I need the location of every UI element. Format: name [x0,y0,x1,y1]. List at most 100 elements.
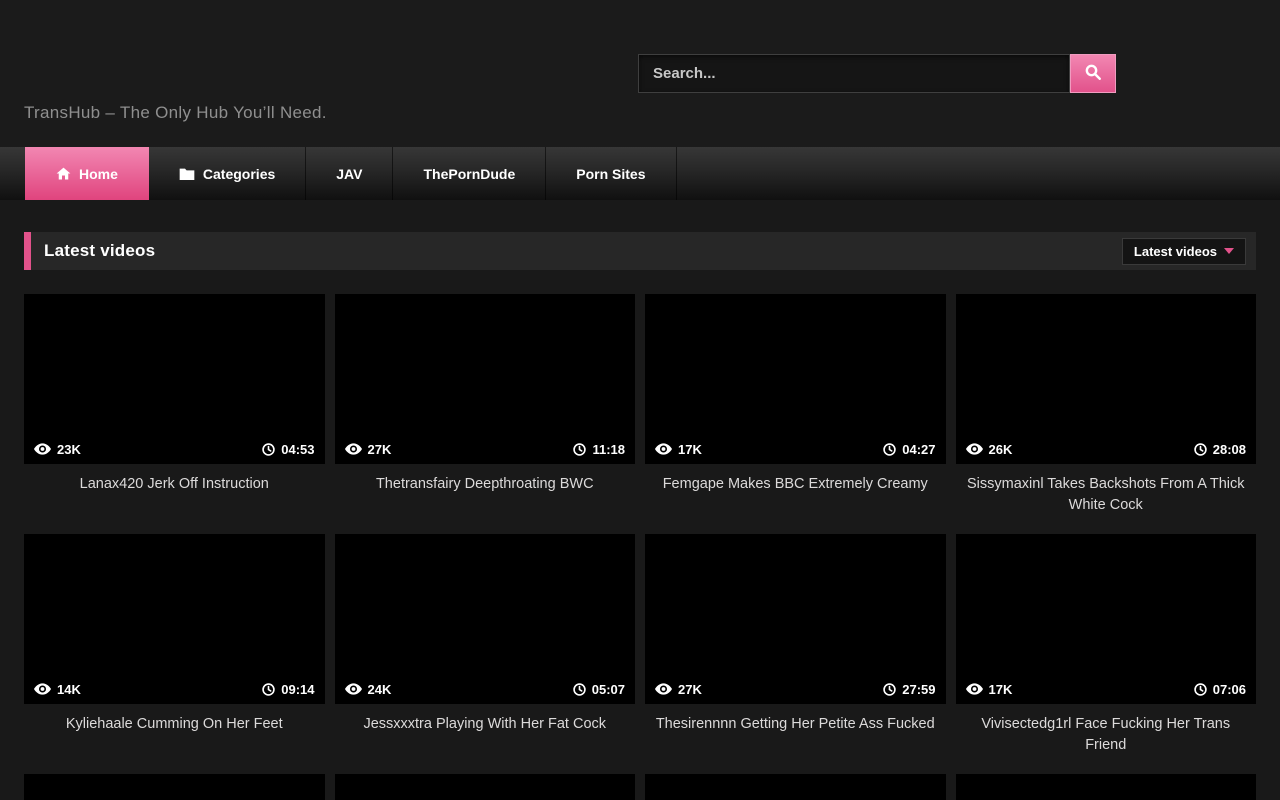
view-count-text: 14K [57,682,81,697]
view-count-text: 23K [57,442,81,457]
video-thumbnail[interactable]: 17K 04:27 [645,294,946,464]
search-bar [638,54,1116,93]
video-thumbnail[interactable] [645,774,946,800]
video-card[interactable]: 23K 04:53 Lanax420 Jerk Off Instruction [24,294,325,534]
section-title: Latest videos [44,241,155,261]
video-stats: 26K 28:08 [956,434,1257,464]
video-thumbnail[interactable]: 17K 07:06 [956,534,1257,704]
nav-tab-home[interactable]: Home [25,147,149,200]
eye-icon [966,683,983,695]
view-count-text: 27K [678,682,702,697]
video-card[interactable]: 27K 27:59 Thesirennnn Getting Her Petite… [645,534,946,774]
video-grid: 23K 04:53 Lanax420 Jerk Off Instruction [24,294,1256,800]
chevron-down-icon [1224,248,1234,254]
video-stats: 24K 05:07 [335,674,636,704]
video-thumbnail[interactable]: 27K 27:59 [645,534,946,704]
eye-icon [655,683,672,695]
nav-tab-label: JAV [336,166,362,182]
video-card[interactable]: 27K 11:18 Thetransfairy Deepthroating BW… [335,294,636,534]
view-count: 27K [345,442,392,457]
video-stats: 14K 09:14 [24,674,325,704]
video-card[interactable] [335,774,636,800]
video-duration: 11:18 [573,442,625,457]
view-count: 26K [966,442,1013,457]
video-stats: 27K 27:59 [645,674,946,704]
view-count-text: 17K [678,442,702,457]
video-card[interactable]: 26K 28:08 Sissymaxinl Takes Backshots Fr… [956,294,1257,534]
nav-tab-label: Categories [203,166,275,182]
duration-text: 04:53 [281,442,314,457]
view-count: 14K [34,682,81,697]
duration-text: 07:06 [1213,682,1246,697]
video-stats: 23K 04:53 [24,434,325,464]
nav-tab-label: Home [79,166,118,182]
eye-icon [655,443,672,455]
video-card[interactable] [24,774,325,800]
clock-icon [573,443,586,456]
home-icon [56,166,71,181]
video-thumbnail[interactable] [24,774,325,800]
eye-icon [345,683,362,695]
video-stats: 17K 07:06 [956,674,1257,704]
folder-icon [179,167,195,181]
video-card[interactable]: 14K 09:14 Kyliehaale Cumming On Her Feet [24,534,325,774]
main-nav: Home Categories JAV ThePornDude Porn Sit… [0,147,1280,200]
video-thumbnail[interactable] [335,774,636,800]
duration-text: 27:59 [902,682,935,697]
video-duration: 28:08 [1194,442,1246,457]
clock-icon [883,683,896,696]
nav-tab-porn-sites[interactable]: Porn Sites [546,147,676,200]
section-header: Latest videos Latest videos [24,232,1256,270]
video-title[interactable]: Sissymaxinl Takes Backshots From A Thick… [956,464,1257,516]
eye-icon [966,443,983,455]
video-title[interactable]: Kyliehaale Cumming On Her Feet [24,704,325,735]
nav-tab-label: Porn Sites [576,166,645,182]
video-title[interactable]: Thetransfairy Deepthroating BWC [335,464,636,495]
duration-text: 05:07 [592,682,625,697]
view-count: 23K [34,442,81,457]
view-count-text: 27K [368,442,392,457]
nav-tab-jav[interactable]: JAV [306,147,393,200]
duration-text: 11:18 [592,442,625,457]
view-count: 17K [966,682,1013,697]
video-thumbnail[interactable]: 26K 28:08 [956,294,1257,464]
video-title[interactable]: Thesirennnn Getting Her Petite Ass Fucke… [645,704,946,735]
clock-icon [573,683,586,696]
video-thumbnail[interactable] [956,774,1257,800]
video-duration: 05:07 [573,682,625,697]
eye-icon [345,443,362,455]
video-title[interactable]: Jessxxxtra Playing With Her Fat Cock [335,704,636,735]
video-card[interactable]: 17K 07:06 Vivisectedg1rl Face Fucking He… [956,534,1257,774]
video-thumbnail[interactable]: 24K 05:07 [335,534,636,704]
view-count-text: 24K [368,682,392,697]
duration-text: 28:08 [1213,442,1246,457]
clock-icon [883,443,896,456]
sort-dropdown-label: Latest videos [1134,244,1217,259]
eye-icon [34,683,51,695]
nav-tab-categories[interactable]: Categories [149,147,306,200]
video-thumbnail[interactable]: 27K 11:18 [335,294,636,464]
video-card[interactable] [645,774,946,800]
video-title[interactable]: Femgape Makes BBC Extremely Creamy [645,464,946,495]
video-card[interactable]: 17K 04:27 Femgape Makes BBC Extremely Cr… [645,294,946,534]
video-thumbnail[interactable]: 23K 04:53 [24,294,325,464]
video-card[interactable]: 24K 05:07 Jessxxxtra Playing With Her Fa… [335,534,636,774]
view-count: 24K [345,682,392,697]
search-input[interactable] [638,54,1070,93]
site-header: TransHub – The Only Hub You’ll Need. [0,0,1280,147]
search-button[interactable] [1070,54,1116,93]
eye-icon [34,443,51,455]
video-stats: 27K 11:18 [335,434,636,464]
view-count-text: 26K [989,442,1013,457]
clock-icon [262,683,275,696]
view-count: 27K [655,682,702,697]
nav-tab-theporndude[interactable]: ThePornDude [393,147,546,200]
view-count-text: 17K [989,682,1013,697]
video-card[interactable] [956,774,1257,800]
main-content: Latest videos Latest videos 23K [0,232,1280,800]
sort-dropdown[interactable]: Latest videos [1122,238,1246,265]
video-title[interactable]: Vivisectedg1rl Face Fucking Her Trans Fr… [956,704,1257,756]
video-title[interactable]: Lanax420 Jerk Off Instruction [24,464,325,495]
search-icon [1084,63,1102,84]
video-thumbnail[interactable]: 14K 09:14 [24,534,325,704]
